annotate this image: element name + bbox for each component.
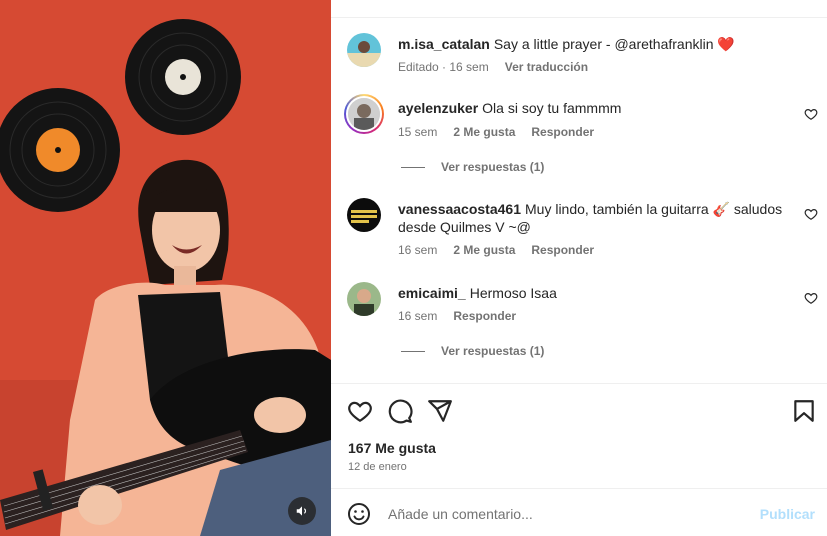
author-username[interactable]: m.isa_catalan — [398, 36, 490, 52]
comment-username[interactable]: emicaimi_ — [398, 285, 466, 301]
replies-divider — [401, 166, 425, 168]
caption-text: Say a little prayer - @arethafranklin — [493, 36, 714, 52]
comment-like-heart-icon[interactable] — [804, 107, 818, 121]
view-replies-label: Ver respuestas (1) — [441, 160, 545, 174]
replies-divider — [401, 350, 425, 352]
reply-button[interactable]: Responder — [453, 309, 516, 323]
comment-body: Hermoso Isaa — [469, 285, 557, 301]
view-replies-link[interactable]: Ver respuestas (1) — [401, 160, 544, 174]
edited-label: Editado — [398, 60, 439, 74]
publish-button[interactable]: Publicar — [760, 506, 815, 522]
post-caption: m.isa_catalan Say a little prayer - @aret… — [398, 35, 788, 53]
video-frame — [0, 0, 331, 536]
likes-count[interactable]: 167 Me gusta — [348, 440, 436, 456]
commenter-avatar[interactable] — [344, 94, 384, 134]
comments-list[interactable]: m.isa_catalan Say a little prayer - @aret… — [331, 18, 827, 383]
comment-input[interactable] — [388, 502, 748, 526]
reply-button[interactable]: Responder — [531, 243, 594, 257]
heart-outline-icon[interactable] — [347, 398, 373, 424]
commenter-avatar[interactable] — [347, 282, 381, 316]
post-actions: 167 Me gusta 12 de enero — [331, 383, 827, 488]
view-replies-link[interactable]: Ver respuestas (1) — [401, 344, 544, 358]
post-media[interactable] — [0, 0, 331, 536]
commenter-avatar[interactable] — [347, 198, 381, 232]
speaker-icon — [296, 506, 307, 516]
comment-composer: Publicar — [331, 488, 827, 536]
comment-body: Ola si soy tu fammmm — [482, 100, 622, 116]
vinyl-record-left — [0, 88, 120, 212]
translate-link[interactable]: Ver traducción — [505, 60, 588, 74]
bookmark-icon[interactable] — [791, 398, 817, 424]
comment-like-heart-icon[interactable] — [804, 291, 818, 305]
comment-meta: 15 sem 2 Me gusta Responder — [398, 125, 594, 139]
comment-meta: 16 sem Responder — [398, 309, 516, 323]
comment-bubble-icon[interactable] — [387, 398, 413, 424]
post-date: 12 de enero — [348, 461, 407, 473]
sound-toggle-button[interactable] — [288, 497, 316, 525]
post-details-panel: m.isa_catalan Say a little prayer - @aret… — [331, 0, 827, 536]
comment-age: 16 sem — [398, 243, 438, 257]
paper-plane-icon[interactable] — [427, 398, 453, 424]
vinyl-record-right — [125, 19, 241, 135]
comment-likes[interactable]: 2 Me gusta — [453, 125, 515, 139]
comment-likes[interactable]: 2 Me gusta — [453, 243, 515, 257]
comment-age: 16 sem — [398, 309, 438, 323]
comment-meta: 16 sem 2 Me gusta Responder — [398, 243, 594, 257]
comment-age: 15 sem — [398, 125, 438, 139]
comment-username[interactable]: ayelenzuker — [398, 100, 478, 116]
smiley-icon[interactable] — [347, 502, 371, 526]
view-replies-label: Ver respuestas (1) — [441, 344, 545, 358]
reply-button[interactable]: Responder — [531, 125, 594, 139]
author-avatar[interactable] — [347, 33, 381, 67]
caption-meta: Editado · 16 sem Ver traducción — [398, 60, 589, 74]
comment-like-heart-icon[interactable] — [804, 207, 818, 221]
caption-heart-emoji: ❤️ — [717, 36, 735, 52]
comment-text: emicaimi_ Hermoso Isaa — [398, 284, 788, 302]
comment-text: vanessaacosta461 Muy lindo, también la gu… — [398, 200, 788, 236]
caption-age: 16 sem — [449, 60, 489, 74]
comment-username[interactable]: vanessaacosta461 — [398, 201, 521, 217]
comment-text: ayelenzuker Ola si soy tu fammmm — [398, 99, 788, 117]
